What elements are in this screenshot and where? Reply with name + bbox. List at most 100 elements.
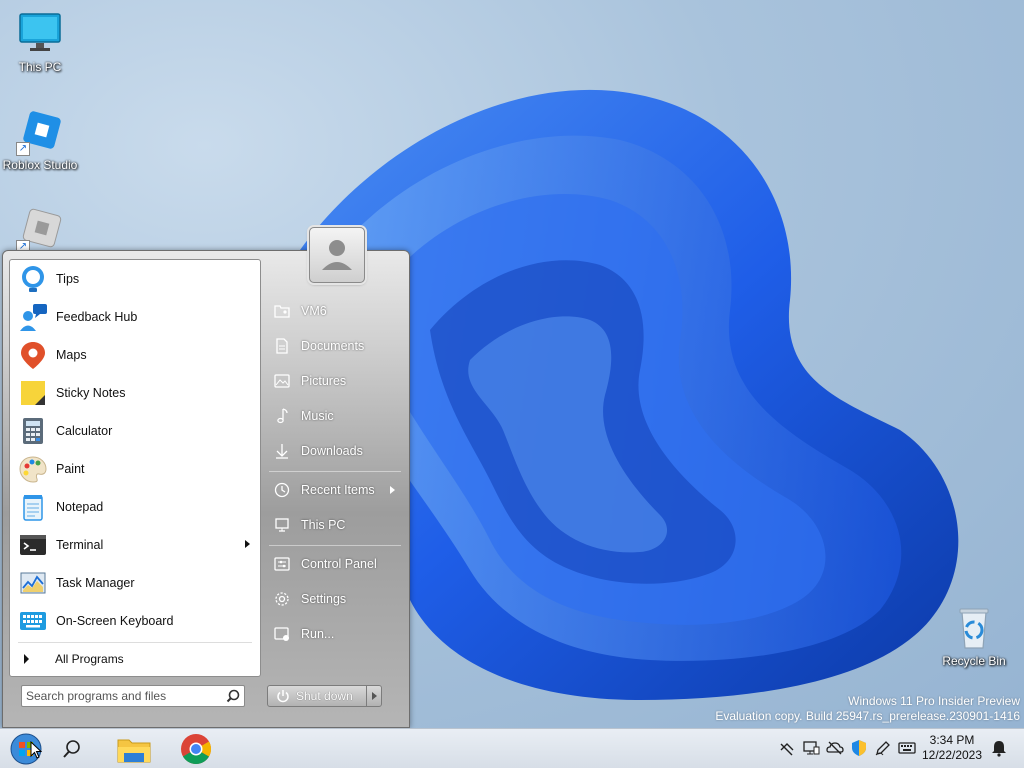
search-icon [63, 740, 80, 758]
program-item-tips[interactable]: Tips [14, 261, 256, 297]
picture-icon [274, 374, 290, 388]
right-item-label: Documents [301, 339, 365, 353]
taskbar-chrome[interactable] [176, 732, 216, 766]
network-disconnected-icon[interactable] [778, 739, 796, 757]
shutdown-options-button[interactable] [366, 685, 382, 707]
power-icon [277, 690, 289, 703]
right-item-this-pc[interactable]: This PC [269, 511, 405, 539]
notepad-icon [18, 492, 48, 522]
program-label: Paint [56, 462, 85, 476]
user-avatar[interactable] [309, 227, 365, 283]
right-item-control-panel[interactable]: Control Panel [269, 550, 405, 578]
program-item-maps[interactable]: Maps [14, 337, 256, 373]
right-item-label: Control Panel [301, 557, 377, 571]
right-item-vm6[interactable]: VM6 [269, 297, 405, 325]
user-avatar-icon [322, 240, 352, 270]
desktop: This PC ↗ Roblox Studio ↗ Recycle Bin Wi… [0, 0, 1024, 728]
tips-icon [18, 264, 48, 294]
sticky-notes-icon [18, 378, 48, 408]
program-item-feedback-hub[interactable]: Feedback Hub [14, 299, 256, 335]
watermark-line-2: Evaluation copy. Build 25947.rs_prerelea… [715, 709, 1020, 723]
right-item-pictures[interactable]: Pictures [269, 367, 405, 395]
download-arrow-icon [276, 444, 288, 459]
search-input[interactable] [26, 688, 222, 704]
taskbar-search-button[interactable] [52, 732, 92, 766]
desktop-icon-recycle-bin[interactable]: Recycle Bin [934, 604, 1014, 668]
program-item-notepad[interactable]: Notepad [14, 489, 256, 525]
all-programs-item[interactable]: All Programs [14, 646, 256, 672]
onedrive-offline-icon[interactable] [826, 739, 844, 757]
chevron-right-icon [372, 692, 377, 700]
program-label: Notepad [56, 500, 104, 514]
taskbar-clock[interactable]: 3:34 PM 12/22/2023 [920, 733, 984, 763]
search-icon[interactable] [226, 689, 240, 703]
right-pane-divider [269, 545, 401, 546]
pen-icon[interactable] [874, 739, 892, 757]
right-item-documents[interactable]: Documents [269, 332, 405, 360]
desktop-icon-label: Recycle Bin [942, 654, 1006, 668]
right-item-label: VM6 [301, 304, 327, 318]
clock-icon [274, 482, 290, 498]
right-item-label: Downloads [301, 444, 363, 458]
clock-date: 12/22/2023 [921, 748, 983, 762]
paint-palette-icon [18, 454, 48, 484]
expand-arrow-icon [24, 654, 29, 664]
desktop-icon-this-pc[interactable]: This PC [0, 10, 80, 74]
taskbar-file-explorer[interactable] [114, 732, 154, 766]
desktop-icon-label: Roblox Studio [2, 158, 78, 172]
notification-bell-icon[interactable] [990, 739, 1008, 757]
display-icon[interactable] [802, 739, 820, 757]
program-item-on-screen-keyboard[interactable]: On-Screen Keyboard [14, 603, 256, 639]
right-item-settings[interactable]: Settings [269, 585, 405, 613]
right-item-music[interactable]: Music [269, 402, 405, 430]
keyboard-icon [18, 606, 48, 636]
chrome-icon [181, 734, 212, 765]
submenu-arrow-icon[interactable] [245, 540, 250, 548]
right-item-label: Pictures [301, 374, 347, 388]
computer-icon [275, 518, 289, 532]
program-label: Maps [56, 348, 87, 362]
program-item-paint[interactable]: Paint [14, 451, 256, 487]
music-note-icon [277, 408, 288, 424]
right-item-label: Settings [301, 592, 347, 606]
right-item-recent-items[interactable]: Recent Items [269, 476, 405, 504]
start-menu-programs-pane: Tips Feedback Hub Maps Sticky Notes Calc… [9, 259, 261, 677]
clock-time: 3:34 PM [929, 733, 975, 747]
control-panel-icon [274, 557, 290, 571]
submenu-arrow-icon[interactable] [390, 486, 395, 494]
program-label: Sticky Notes [56, 386, 126, 400]
all-programs-label: All Programs [55, 652, 124, 666]
program-item-calculator[interactable]: Calculator [14, 413, 256, 449]
right-item-run[interactable]: Run... [269, 620, 405, 648]
shutdown-button[interactable]: Shut down [267, 685, 367, 707]
program-label: Calculator [56, 424, 113, 438]
all-programs-divider [18, 642, 252, 643]
right-item-label: Music [301, 409, 334, 423]
calculator-icon [18, 416, 48, 446]
program-item-terminal[interactable]: Terminal [14, 527, 256, 563]
program-item-task-manager[interactable]: Task Manager [14, 565, 256, 601]
right-item-label: Recent Items [301, 483, 375, 497]
right-item-downloads[interactable]: Downloads [269, 437, 405, 465]
shortcut-arrow-icon: ↗ [16, 142, 30, 156]
program-label: On-Screen Keyboard [56, 614, 174, 628]
roblox-player-icon: ↗ [16, 206, 64, 254]
right-item-label: This PC [301, 518, 346, 532]
task-manager-icon [18, 568, 48, 598]
desktop-icon-roblox-studio[interactable]: ↗ Roblox Studio [0, 108, 80, 172]
program-label: Terminal [56, 538, 104, 552]
recycle-bin-icon [950, 604, 998, 652]
file-explorer-icon [117, 739, 151, 763]
security-shield-icon[interactable] [850, 739, 868, 757]
shutdown-label: Shut down [296, 689, 353, 703]
right-pane-divider [269, 471, 401, 472]
document-icon [276, 338, 288, 354]
desktop-icon-roblox-player[interactable]: ↗ [0, 206, 80, 256]
keyboard-icon[interactable] [898, 739, 916, 757]
gear-icon [275, 592, 289, 606]
program-item-sticky-notes[interactable]: Sticky Notes [14, 375, 256, 411]
start-search-box[interactable] [21, 685, 245, 707]
run-icon [274, 627, 289, 641]
desktop-icon-label: This PC [18, 60, 62, 74]
start-menu: Tips Feedback Hub Maps Sticky Notes Calc… [2, 227, 410, 728]
